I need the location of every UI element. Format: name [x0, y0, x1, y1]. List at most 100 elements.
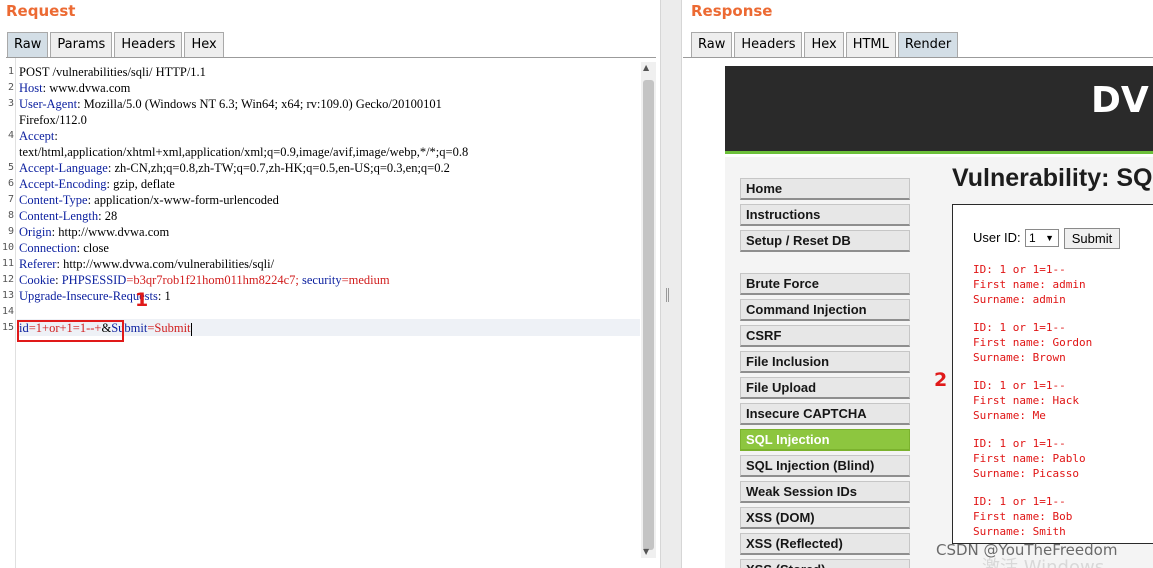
menu-item-file-inclusion[interactable]: File Inclusion [740, 351, 910, 373]
tab-params[interactable]: Params [50, 32, 113, 57]
line-number: 6 [7, 178, 14, 189]
line-number: 8 [7, 210, 14, 221]
text-cursor [190, 322, 192, 336]
result-surname: Surname: admin [973, 293, 1066, 306]
payload-highlight-box [17, 320, 124, 342]
request-editor[interactable]: 1 2 3 4 5 6 7 8 9 10 11 12 13 14 15 POST… [0, 58, 656, 568]
header-value: : http://www.dvwa.com/vulnerabilities/sq… [56, 257, 275, 271]
result-first-name: First name: Gordon [973, 336, 1093, 349]
scroll-down-icon[interactable]: ▼ [643, 547, 649, 556]
line-number: 11 [1, 258, 14, 269]
vulnerable-code-area [952, 204, 1153, 544]
request-line: Accept-Language: zh-CN,zh;q=0.8,zh-TW;q=… [19, 160, 450, 176]
menu-item-weak-session-ids[interactable]: Weak Session IDs [740, 481, 910, 503]
line-number: 3 [7, 98, 14, 109]
header-value: : application/x-www-form-urlencoded [87, 193, 279, 207]
header-name: Accept-Encoding [19, 177, 107, 191]
menu-item-brute-force[interactable]: Brute Force [740, 273, 910, 295]
line-number: 14 [1, 306, 14, 317]
tab-headers[interactable]: Headers [114, 32, 183, 57]
result-first-name: First name: Bob [973, 510, 1073, 523]
cookie-name: security [302, 273, 342, 287]
menu-item-setup[interactable]: Setup / Reset DB [740, 230, 910, 252]
request-line: Cookie: PHPSESSID=b3qr7rob1f21hom011hm82… [19, 272, 390, 288]
tab-html[interactable]: HTML [845, 32, 896, 57]
line-number: 10 [1, 242, 14, 253]
menu-item-instructions[interactable]: Instructions [740, 204, 910, 226]
request-line: Content-Length: 28 [19, 208, 117, 224]
line-number: 2 [7, 82, 14, 93]
annotation-marker-1: 1 [135, 289, 149, 311]
user-id-label: User ID: [973, 230, 1021, 245]
line-number: 12 [1, 274, 14, 285]
panel-splitter[interactable] [660, 0, 682, 568]
result-first-name: First name: Pablo [973, 452, 1086, 465]
tab-hex[interactable]: Hex [184, 32, 224, 57]
header-value: : zh-CN,zh;q=0.8,zh-TW;q=0.7,zh-HK;q=0.5… [107, 161, 450, 175]
response-tabs: Raw Headers Hex HTML Render [691, 32, 960, 57]
annotation-marker-2: 2 [934, 369, 948, 391]
result-id: ID: 1 or 1=1-- [973, 321, 1066, 334]
submit-button[interactable]: Submit [1064, 228, 1120, 249]
header-name: Referer [19, 257, 57, 271]
scrollbar-thumb[interactable] [643, 80, 654, 550]
splitter-grip-icon[interactable] [666, 288, 669, 302]
request-line: POST /vulnerabilities/sqli/ HTTP/1.1 [19, 65, 206, 79]
menu-item-file-upload[interactable]: File Upload [740, 377, 910, 399]
header-name: Origin [19, 225, 52, 239]
header-value: : http://www.dvwa.com [51, 225, 170, 239]
tab-hex[interactable]: Hex [804, 32, 844, 57]
header-value: : 1 [157, 289, 171, 303]
result-first-name: First name: Hack [973, 394, 1079, 407]
cookie-value: =medium [341, 273, 390, 287]
header-name: Connection [19, 241, 77, 255]
menu-item-xss-reflected[interactable]: XSS (Reflected) [740, 533, 910, 555]
request-panel-title: Request [6, 2, 76, 20]
request-line: Accept-Encoding: gzip, deflate [19, 176, 175, 192]
header-name: Content-Length [19, 209, 99, 223]
menu-item-home[interactable]: Home [740, 178, 910, 200]
header-name: Accept-Language [19, 161, 108, 175]
user-id-select[interactable]: 1 ▼ [1025, 229, 1059, 247]
tab-render[interactable]: Render [897, 32, 959, 57]
result-id: ID: 1 or 1=1-- [973, 437, 1066, 450]
user-id-value: 1 [1029, 231, 1036, 245]
scroll-up-icon[interactable]: ▲ [643, 63, 649, 72]
header-value: : Mozilla/5.0 (Windows NT 6.3; Win64; x6… [77, 97, 442, 111]
request-line: Origin: http://www.dvwa.com [19, 224, 169, 240]
param-value: =Submit [147, 321, 191, 335]
header-value: : 28 [98, 209, 118, 223]
menu-item-xss-stored[interactable]: XSS (Stored) [740, 559, 910, 568]
header-value: : gzip, deflate [106, 177, 175, 191]
tab-raw[interactable]: Raw [7, 32, 49, 57]
tab-headers[interactable]: Headers [734, 32, 803, 57]
result-surname: Surname: Picasso [973, 467, 1079, 480]
cookie-name: PHPSESSID [61, 273, 127, 287]
header-name: Host [19, 81, 43, 95]
menu-item-command-injection[interactable]: Command Injection [740, 299, 910, 321]
header-value: : close [76, 241, 109, 255]
request-line: text/html,application/xhtml+xml,applicat… [19, 145, 469, 159]
result-surname: Surname: Smith [973, 525, 1066, 538]
menu-item-sql-injection-blind[interactable]: SQL Injection (Blind) [740, 455, 910, 477]
result-id: ID: 1 or 1=1-- [973, 263, 1066, 276]
menu-item-csrf[interactable]: CSRF [740, 325, 910, 347]
header-name: Content-Type [19, 193, 88, 207]
menu-item-sql-injection[interactable]: SQL Injection [740, 429, 910, 451]
request-line: Host: www.dvwa.com [19, 80, 130, 96]
response-panel-title: Response [691, 2, 773, 20]
result-id: ID: 1 or 1=1-- [973, 379, 1066, 392]
result-first-name: First name: admin [973, 278, 1086, 291]
result-surname: Surname: Me [973, 409, 1046, 422]
tab-raw[interactable]: Raw [691, 32, 733, 57]
menu-item-insecure-captcha[interactable]: Insecure CAPTCHA [740, 403, 910, 425]
line-number: 7 [7, 194, 14, 205]
result-id: ID: 1 or 1=1-- [973, 495, 1066, 508]
line-number: 13 [1, 290, 14, 301]
menu-item-xss-dom[interactable]: XSS (DOM) [740, 507, 910, 529]
request-line: Firefox/112.0 [19, 113, 87, 127]
header-value: : [54, 129, 58, 143]
page-title: Vulnerability: SQ [952, 164, 1153, 192]
request-line: Connection: close [19, 240, 109, 256]
csdn-watermark: CSDN @YouTheFreedom [936, 541, 1118, 559]
